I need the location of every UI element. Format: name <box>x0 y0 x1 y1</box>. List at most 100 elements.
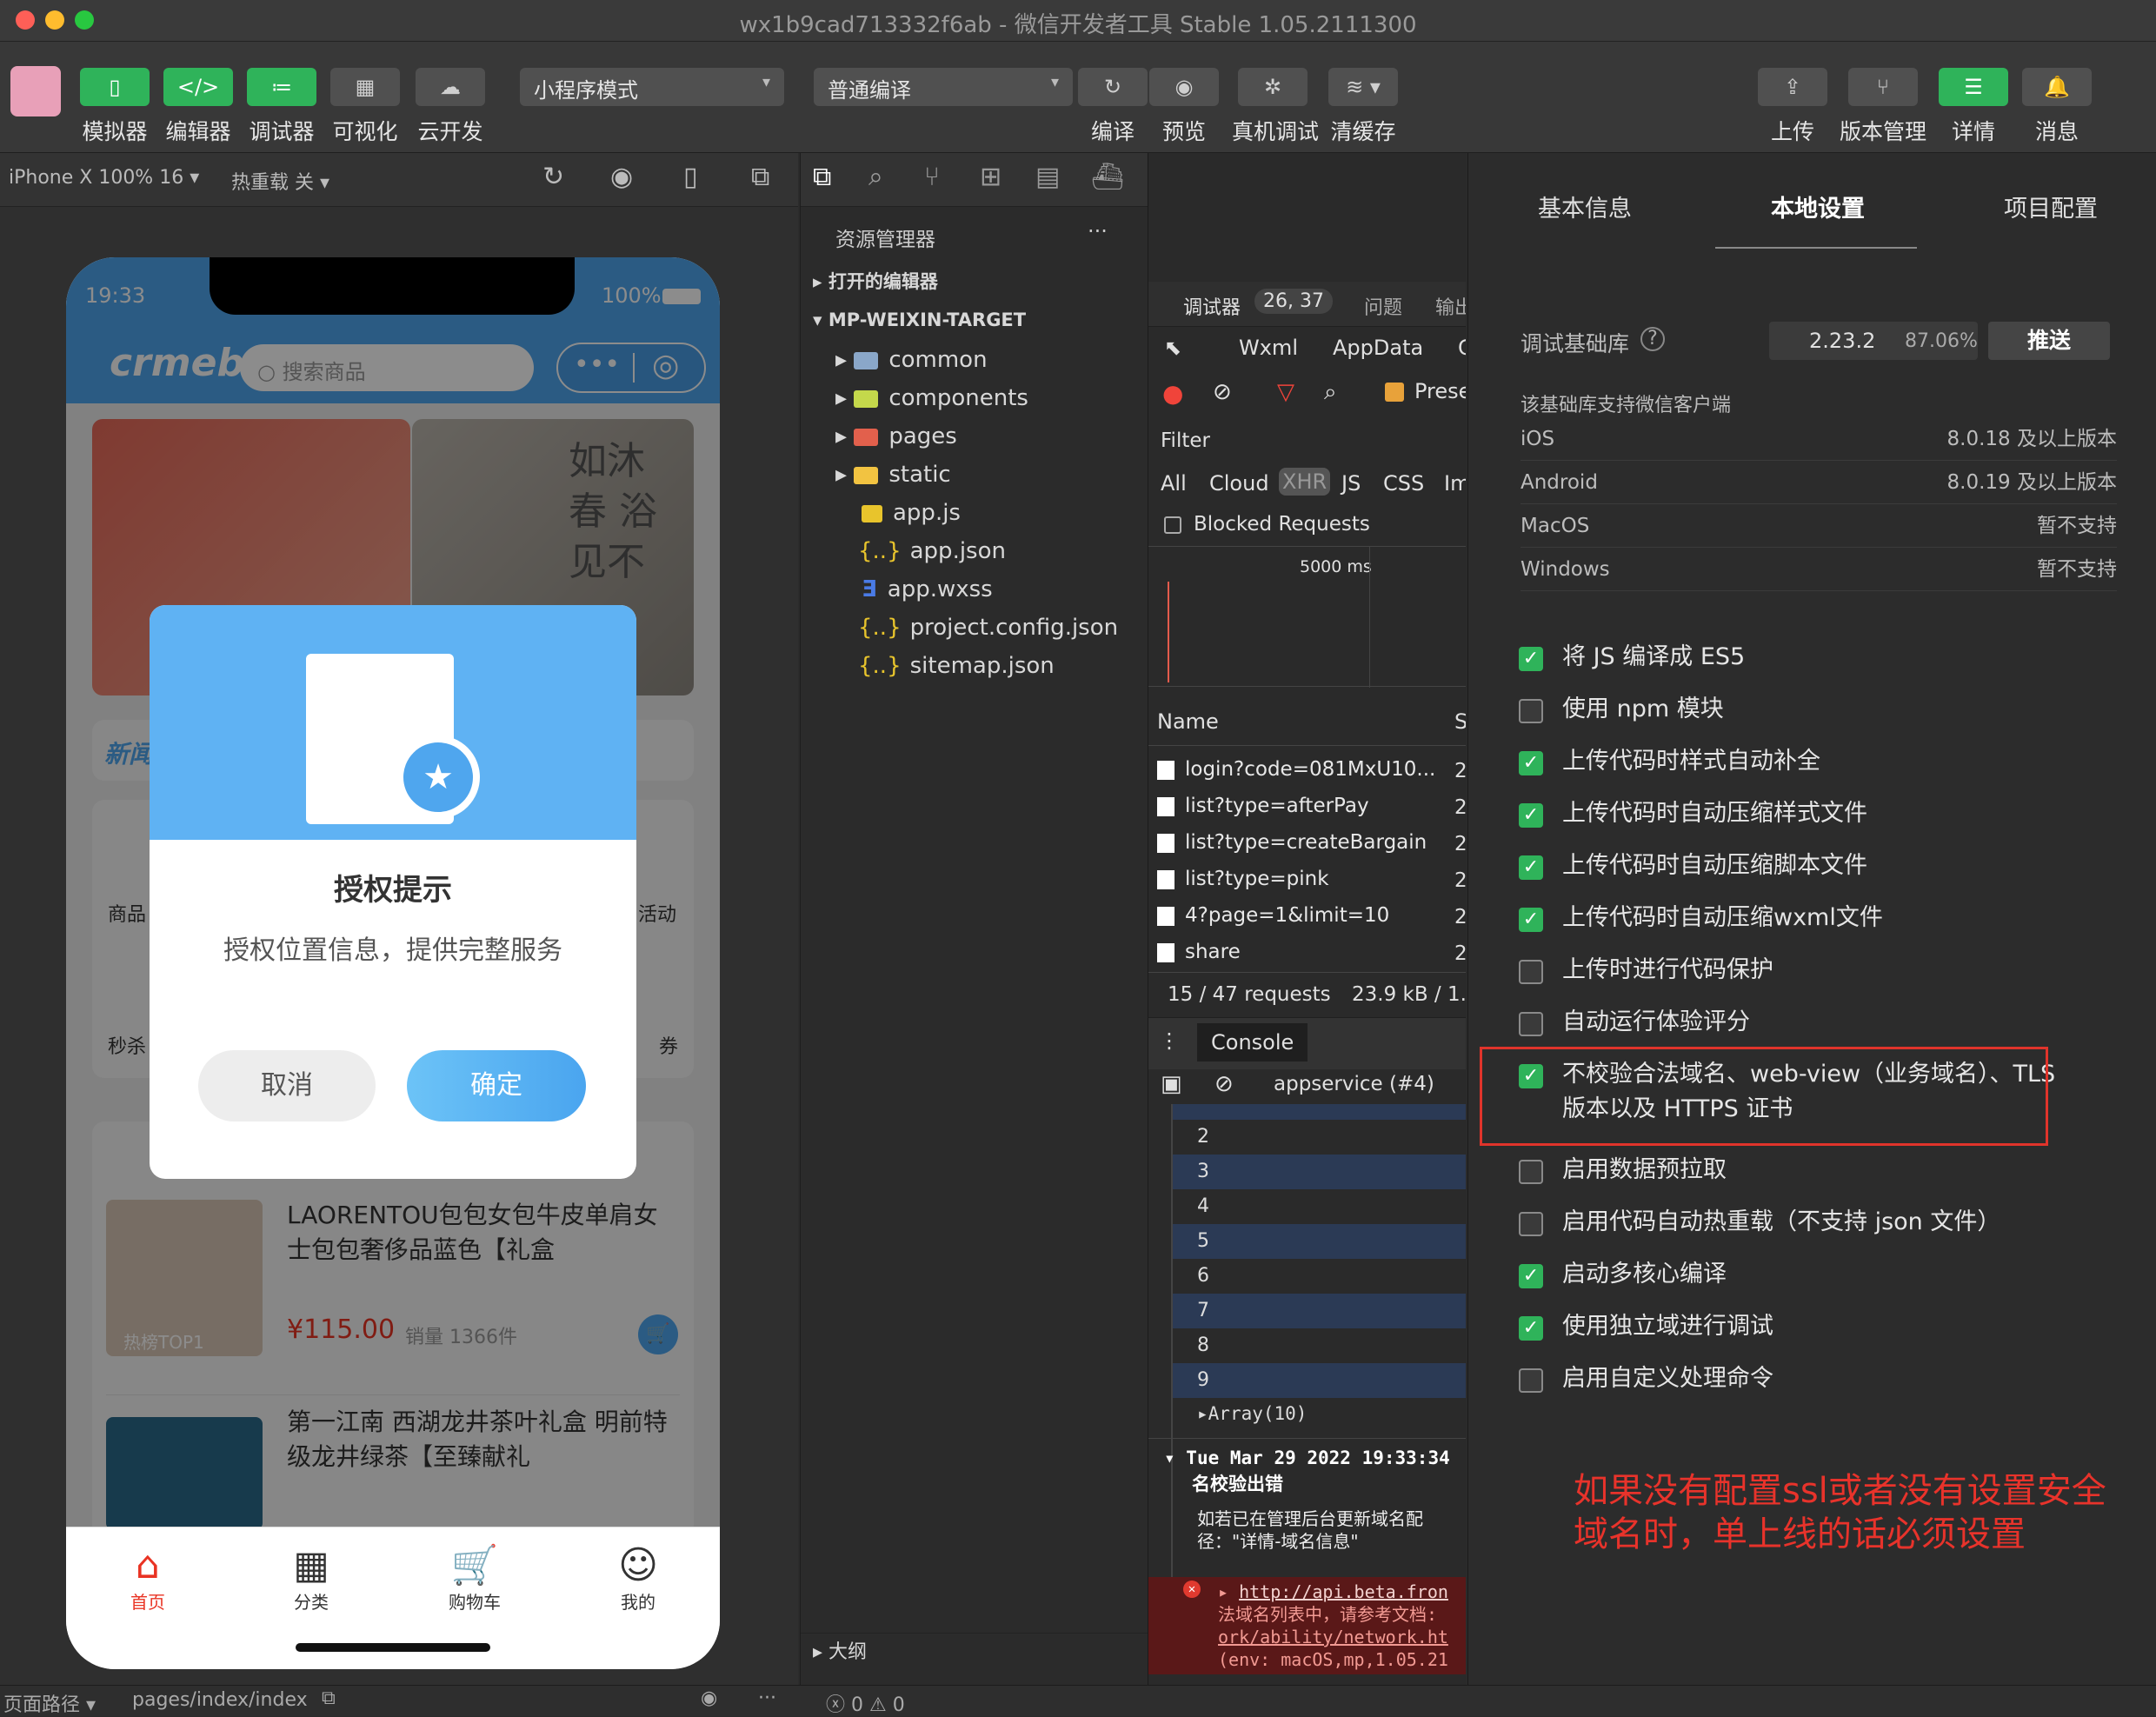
project-section[interactable]: ▾ MP-WEIXIN-TARGET <box>801 301 1148 339</box>
checkbox-checked-icon[interactable]: ✓ <box>1519 647 1543 671</box>
request-row[interactable]: share <box>1157 934 1466 970</box>
more-icon[interactable]: ··· <box>758 1687 776 1709</box>
phone-icon[interactable]: ▯ <box>683 162 698 192</box>
setting-option-12[interactable]: ✓ 使用独立域进行调试 <box>1519 1309 2127 1344</box>
tree-item-app-json[interactable]: {..} app.json <box>801 532 1148 570</box>
checkbox-unchecked-icon[interactable] <box>1519 960 1543 984</box>
tree-item-common[interactable]: ▸ common <box>801 341 1148 379</box>
messages-button[interactable]: 🔔 <box>2022 68 2092 106</box>
setting-option-7[interactable]: 自动运行体验评分 <box>1519 1005 2127 1040</box>
checkbox-checked-icon[interactable]: ✓ <box>1519 803 1543 828</box>
upload-button[interactable]: ⇪ <box>1758 68 1827 106</box>
search-icon[interactable]: ⌕ <box>868 162 883 192</box>
rotate-icon[interactable]: ↻ <box>542 162 564 192</box>
blocked-requests-checkbox[interactable] <box>1164 516 1181 534</box>
compile-button[interactable]: ↻ <box>1078 68 1148 106</box>
setting-option-5[interactable]: ✓ 上传代码时自动压缩wxml文件 <box>1519 901 2127 935</box>
tab-cart[interactable]: 🛒 购物车 <box>393 1543 556 1614</box>
type-all[interactable]: All <box>1161 471 1187 496</box>
tree-item-project-config[interactable]: {..} project.config.json <box>801 609 1148 647</box>
compile-mode-select[interactable]: 普通编译 ▾ <box>814 68 1073 106</box>
tab-appdata[interactable]: AppData <box>1333 336 1423 360</box>
real-debug-button[interactable]: ✲ <box>1238 68 1308 106</box>
version-button[interactable]: ⑂ <box>1848 68 1918 106</box>
checkbox-unchecked-icon[interactable] <box>1519 699 1543 723</box>
tab-debugger[interactable]: 调试器 <box>1183 292 1241 320</box>
request-row[interactable]: list?type=pink <box>1157 861 1466 897</box>
filter-input[interactable]: Filter <box>1161 429 1210 452</box>
storage-icon[interactable]: ▤ <box>1035 162 1060 192</box>
console-array[interactable]: ▸Array(10) <box>1173 1403 1307 1424</box>
help-icon[interactable]: ? <box>1640 327 1665 351</box>
tab-home[interactable]: ⌂ 首页 <box>66 1543 230 1614</box>
checkbox-checked-icon[interactable]: ✓ <box>1519 1316 1543 1341</box>
git-icon[interactable]: ⑂ <box>924 162 940 192</box>
tab-local-settings[interactable]: 本地设置 <box>1771 190 1865 223</box>
checkbox-checked-icon[interactable]: ✓ <box>1519 751 1543 775</box>
checkbox-unchecked-icon[interactable] <box>1519 1368 1543 1393</box>
checkbox-unchecked-icon[interactable] <box>1519 1212 1543 1236</box>
open-editors-section[interactable]: ▸ 打开的编辑器 <box>801 263 1148 301</box>
error-count[interactable]: ⓧ 0 ⚠ 0 <box>826 1689 905 1717</box>
tree-item-app-wxss[interactable]: Ǝapp.wxss <box>801 570 1148 609</box>
tab-more[interactable]: C <box>1458 336 1466 360</box>
tab-wxml[interactable]: Wxml <box>1239 336 1298 360</box>
error-doc-link[interactable]: ork/ability/network.ht <box>1218 1626 1448 1648</box>
stop-icon[interactable]: ◉ <box>610 162 633 192</box>
copy-icon[interactable]: ⧉ <box>322 1687 336 1709</box>
sidebar-toggle-icon[interactable]: ▣ <box>1161 1071 1182 1097</box>
device-select[interactable]: iPhone X 100% 16 ▾ <box>9 167 199 189</box>
tree-item-app-js[interactable]: app.js <box>801 494 1148 532</box>
eye-icon[interactable]: ◉ <box>701 1687 717 1709</box>
preview-button[interactable]: ◉ <box>1149 68 1219 106</box>
popout-icon[interactable]: ⧉ <box>751 162 769 192</box>
col-name[interactable]: Name <box>1157 709 1219 734</box>
type-cloud[interactable]: Cloud <box>1209 471 1269 496</box>
clear-icon[interactable]: ⊘ <box>1213 379 1232 405</box>
lib-version-select[interactable]: 2.23.2 87.06% <box>1769 322 1978 360</box>
error-message[interactable]: ✕ ▸ http://api.beta.fron 法域名列表中，请参考文档: o… <box>1148 1577 1466 1674</box>
setting-option-10[interactable]: 启用代码自动热重载（不支持 json 文件） <box>1519 1205 2127 1240</box>
drawer-menu-icon[interactable]: ⋮ <box>1159 1028 1180 1053</box>
dialog-confirm-button[interactable]: 确定 <box>407 1050 586 1121</box>
request-row[interactable]: login?code=081MxU10... <box>1157 751 1466 788</box>
setting-option-3[interactable]: ✓ 上传代码时自动压缩样式文件 <box>1519 796 2127 831</box>
request-row[interactable]: list?type=afterPay <box>1157 788 1466 824</box>
hotreload-select[interactable]: 热重载 关 ▾ <box>231 167 329 195</box>
inspect-icon[interactable]: ⬉ <box>1164 336 1181 360</box>
details-button[interactable]: ☰ <box>1939 68 2008 106</box>
tab-output[interactable]: 输出 <box>1435 292 1466 320</box>
setting-option-0[interactable]: ✓ 将 JS 编译成 ES5 <box>1519 640 2127 675</box>
setting-option-11[interactable]: ✓ 启动多核心编译 <box>1519 1257 2127 1292</box>
tree-item-pages[interactable]: ▸ pages <box>801 417 1148 456</box>
clear-console-icon[interactable]: ⊘ <box>1214 1071 1234 1097</box>
simulator-toggle[interactable]: ▯ <box>80 68 150 106</box>
tree-item-static[interactable]: ▸ static <box>801 456 1148 494</box>
error-url[interactable]: ▸ http://api.beta.fron <box>1218 1581 1448 1603</box>
visual-toggle[interactable]: ▦ <box>330 68 400 106</box>
type-xhr[interactable]: XHR <box>1279 468 1331 496</box>
cloud-button[interactable]: ☁ <box>416 68 485 106</box>
extensions-icon[interactable]: ⊞ <box>980 162 1001 192</box>
type-css[interactable]: CSS <box>1383 471 1424 496</box>
push-button[interactable]: 推送 <box>1988 322 2110 360</box>
tab-console[interactable]: Console <box>1197 1023 1308 1061</box>
preserve-log-checkbox[interactable] <box>1385 383 1404 402</box>
record-icon[interactable]: ● <box>1162 379 1183 408</box>
type-js[interactable]: JS <box>1341 471 1361 496</box>
search-icon[interactable]: ⌕ <box>1324 379 1337 406</box>
mode-select[interactable]: 小程序模式 ▾ <box>520 68 784 106</box>
col-status[interactable]: S <box>1454 709 1466 734</box>
setting-option-4[interactable]: ✓ 上传代码时自动压缩脚本文件 <box>1519 849 2127 883</box>
explorer-more-icon[interactable]: ··· <box>1088 219 1108 243</box>
setting-option-6[interactable]: 上传时进行代码保护 <box>1519 953 2127 988</box>
tab-mine[interactable]: ☺ 我的 <box>556 1543 720 1614</box>
checkbox-checked-icon[interactable]: ✓ <box>1519 1264 1543 1288</box>
checkbox-unchecked-icon[interactable] <box>1519 1012 1543 1036</box>
warning-group[interactable]: ▾ Tue Mar 29 2022 19:33:34 名校验出错 <box>1148 1438 1466 1507</box>
request-row[interactable]: list?type=createBargain <box>1157 824 1466 861</box>
tab-category[interactable]: ▦ 分类 <box>230 1543 393 1614</box>
user-avatar[interactable] <box>10 66 61 116</box>
setting-option-13[interactable]: 启用自定义处理命令 <box>1519 1361 2127 1396</box>
tab-issues[interactable]: 问题 <box>1364 292 1402 320</box>
